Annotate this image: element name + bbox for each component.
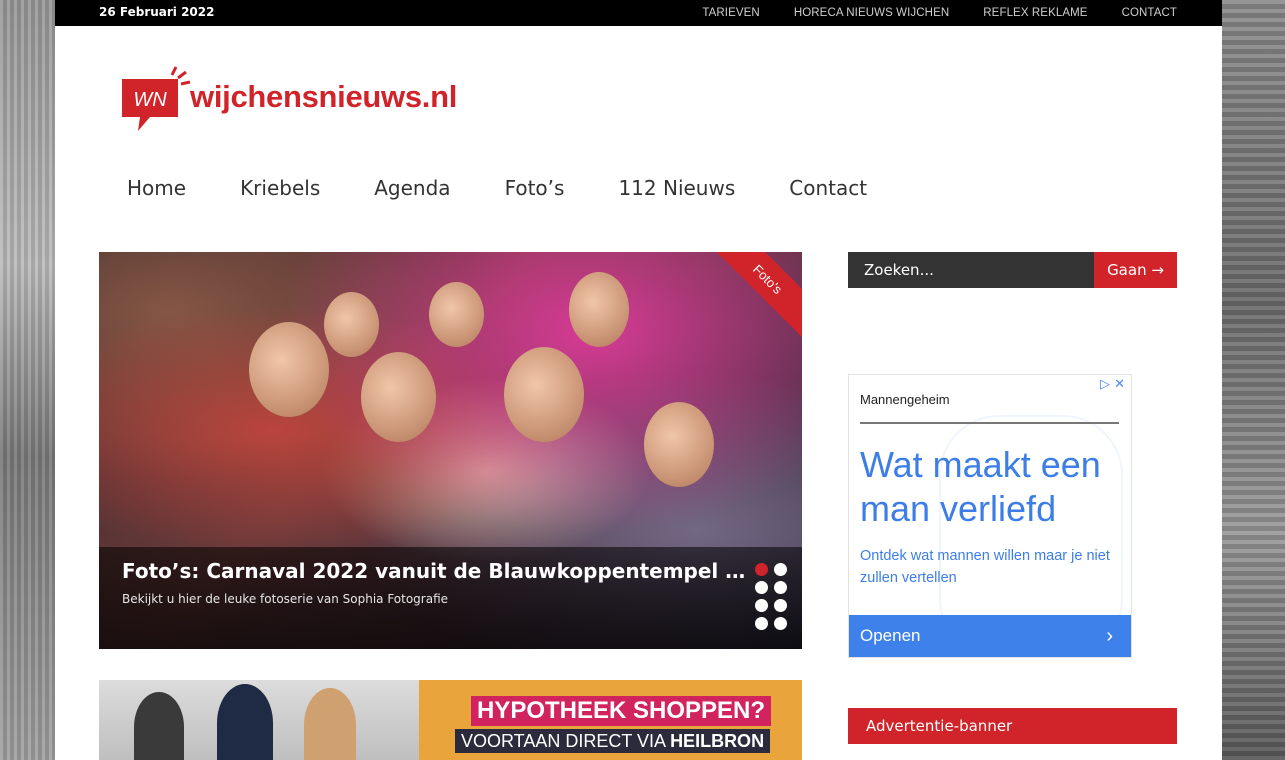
- logo-mark-icon: WN: [120, 65, 191, 135]
- nav-contact[interactable]: Contact: [789, 176, 867, 200]
- adchoices-close-icon[interactable]: ▷ ✕: [1100, 377, 1125, 392]
- banner-subline: VOORTAAN DIRECT VIA HEILBRON: [455, 729, 771, 753]
- slide-dot[interactable]: [774, 581, 787, 594]
- ad-description: Ontdek wat mannen willen maar je niet zu…: [860, 548, 1110, 586]
- nav-home[interactable]: Home: [127, 176, 186, 200]
- nav-fotos[interactable]: Foto’s: [505, 176, 565, 200]
- slide-caption: Foto’s: Carnaval 2022 vanuit de Blauwkop…: [99, 547, 802, 649]
- slide-dot[interactable]: [755, 599, 768, 612]
- background-right: [1222, 0, 1285, 760]
- main-navigation: Home Kriebels Agenda Foto’s 112 Nieuws C…: [127, 176, 921, 200]
- search-input[interactable]: [848, 252, 1094, 288]
- banner-photo: [99, 680, 419, 760]
- banner-headline: HYPOTHEEK SHOPPEN?: [471, 696, 772, 726]
- widget-title-advertentie: Advertentie-banner: [848, 708, 1177, 744]
- chevron-right-icon: ›: [1106, 624, 1113, 647]
- current-date: 26 Februari 2022: [99, 5, 215, 19]
- ad-open-button[interactable]: Openen ›: [849, 615, 1131, 657]
- category-ribbon[interactable]: Foto's: [699, 252, 802, 348]
- ad-advertiser: Mannengeheim: [860, 392, 950, 407]
- top-link-reflex-reklame[interactable]: REFLEX REKLAME: [983, 7, 1087, 19]
- page-container: 26 Februari 2022 TARIEVEN HORECA NIEUWS …: [55, 0, 1222, 760]
- slide-dot[interactable]: [774, 563, 787, 576]
- top-link-tarieven[interactable]: TARIEVEN: [702, 7, 759, 19]
- nav-kriebels[interactable]: Kriebels: [240, 176, 320, 200]
- slide-dot[interactable]: [755, 617, 768, 630]
- search-form: Gaan →: [848, 252, 1177, 288]
- slide-dot[interactable]: [774, 617, 787, 630]
- nav-112-nieuws[interactable]: 112 Nieuws: [618, 176, 735, 200]
- top-bar: 26 Februari 2022 TARIEVEN HORECA NIEUWS …: [55, 0, 1222, 26]
- banner-brand: HEILBRON: [670, 731, 765, 751]
- ad-headline[interactable]: Wat maakt een man verliefd: [860, 443, 1125, 531]
- top-link-contact[interactable]: CONTACT: [1122, 7, 1177, 19]
- banner-subline-prefix: VOORTAAN DIRECT VIA: [461, 731, 666, 751]
- nav-agenda[interactable]: Agenda: [374, 176, 450, 200]
- slide-dot[interactable]: [755, 563, 768, 576]
- slide-dot[interactable]: [774, 599, 787, 612]
- slider-pagination: [755, 563, 788, 630]
- top-links: TARIEVEN HORECA NIEUWS WIJCHEN REFLEX RE…: [702, 0, 1177, 26]
- top-link-horeca-nieuws[interactable]: HORECA NIEUWS WIJCHEN: [794, 7, 949, 19]
- ad-cta-label: Openen: [860, 626, 921, 645]
- featured-slider[interactable]: Foto's Foto’s: Carnaval 2022 vanuit de B…: [99, 252, 802, 649]
- logo-mark-text: WN: [133, 89, 167, 111]
- widget-title-label: Advertentie-banner: [866, 717, 1013, 735]
- slide-dot[interactable]: [755, 581, 768, 594]
- logo-text: wijchensnieuws.nl: [190, 79, 458, 114]
- hypotheek-banner[interactable]: HYPOTHEEK SHOPPEN? VOORTAAN DIRECT VIA H…: [99, 680, 802, 760]
- background-left: [0, 0, 55, 760]
- sidebar-ad[interactable]: ▷ ✕ Mannengeheim Wat maakt een man verli…: [848, 374, 1132, 658]
- search-button[interactable]: Gaan →: [1094, 252, 1177, 288]
- category-label: Foto's: [750, 261, 786, 297]
- site-logo[interactable]: WN wijchensnieuws.nl: [120, 64, 457, 136]
- slide-subtitle: Bekijkt u hier de leuke fotoserie van So…: [122, 592, 449, 606]
- ad-divider: [860, 422, 1119, 424]
- slide-title[interactable]: Foto’s: Carnaval 2022 vanuit de Blauwkop…: [122, 559, 752, 583]
